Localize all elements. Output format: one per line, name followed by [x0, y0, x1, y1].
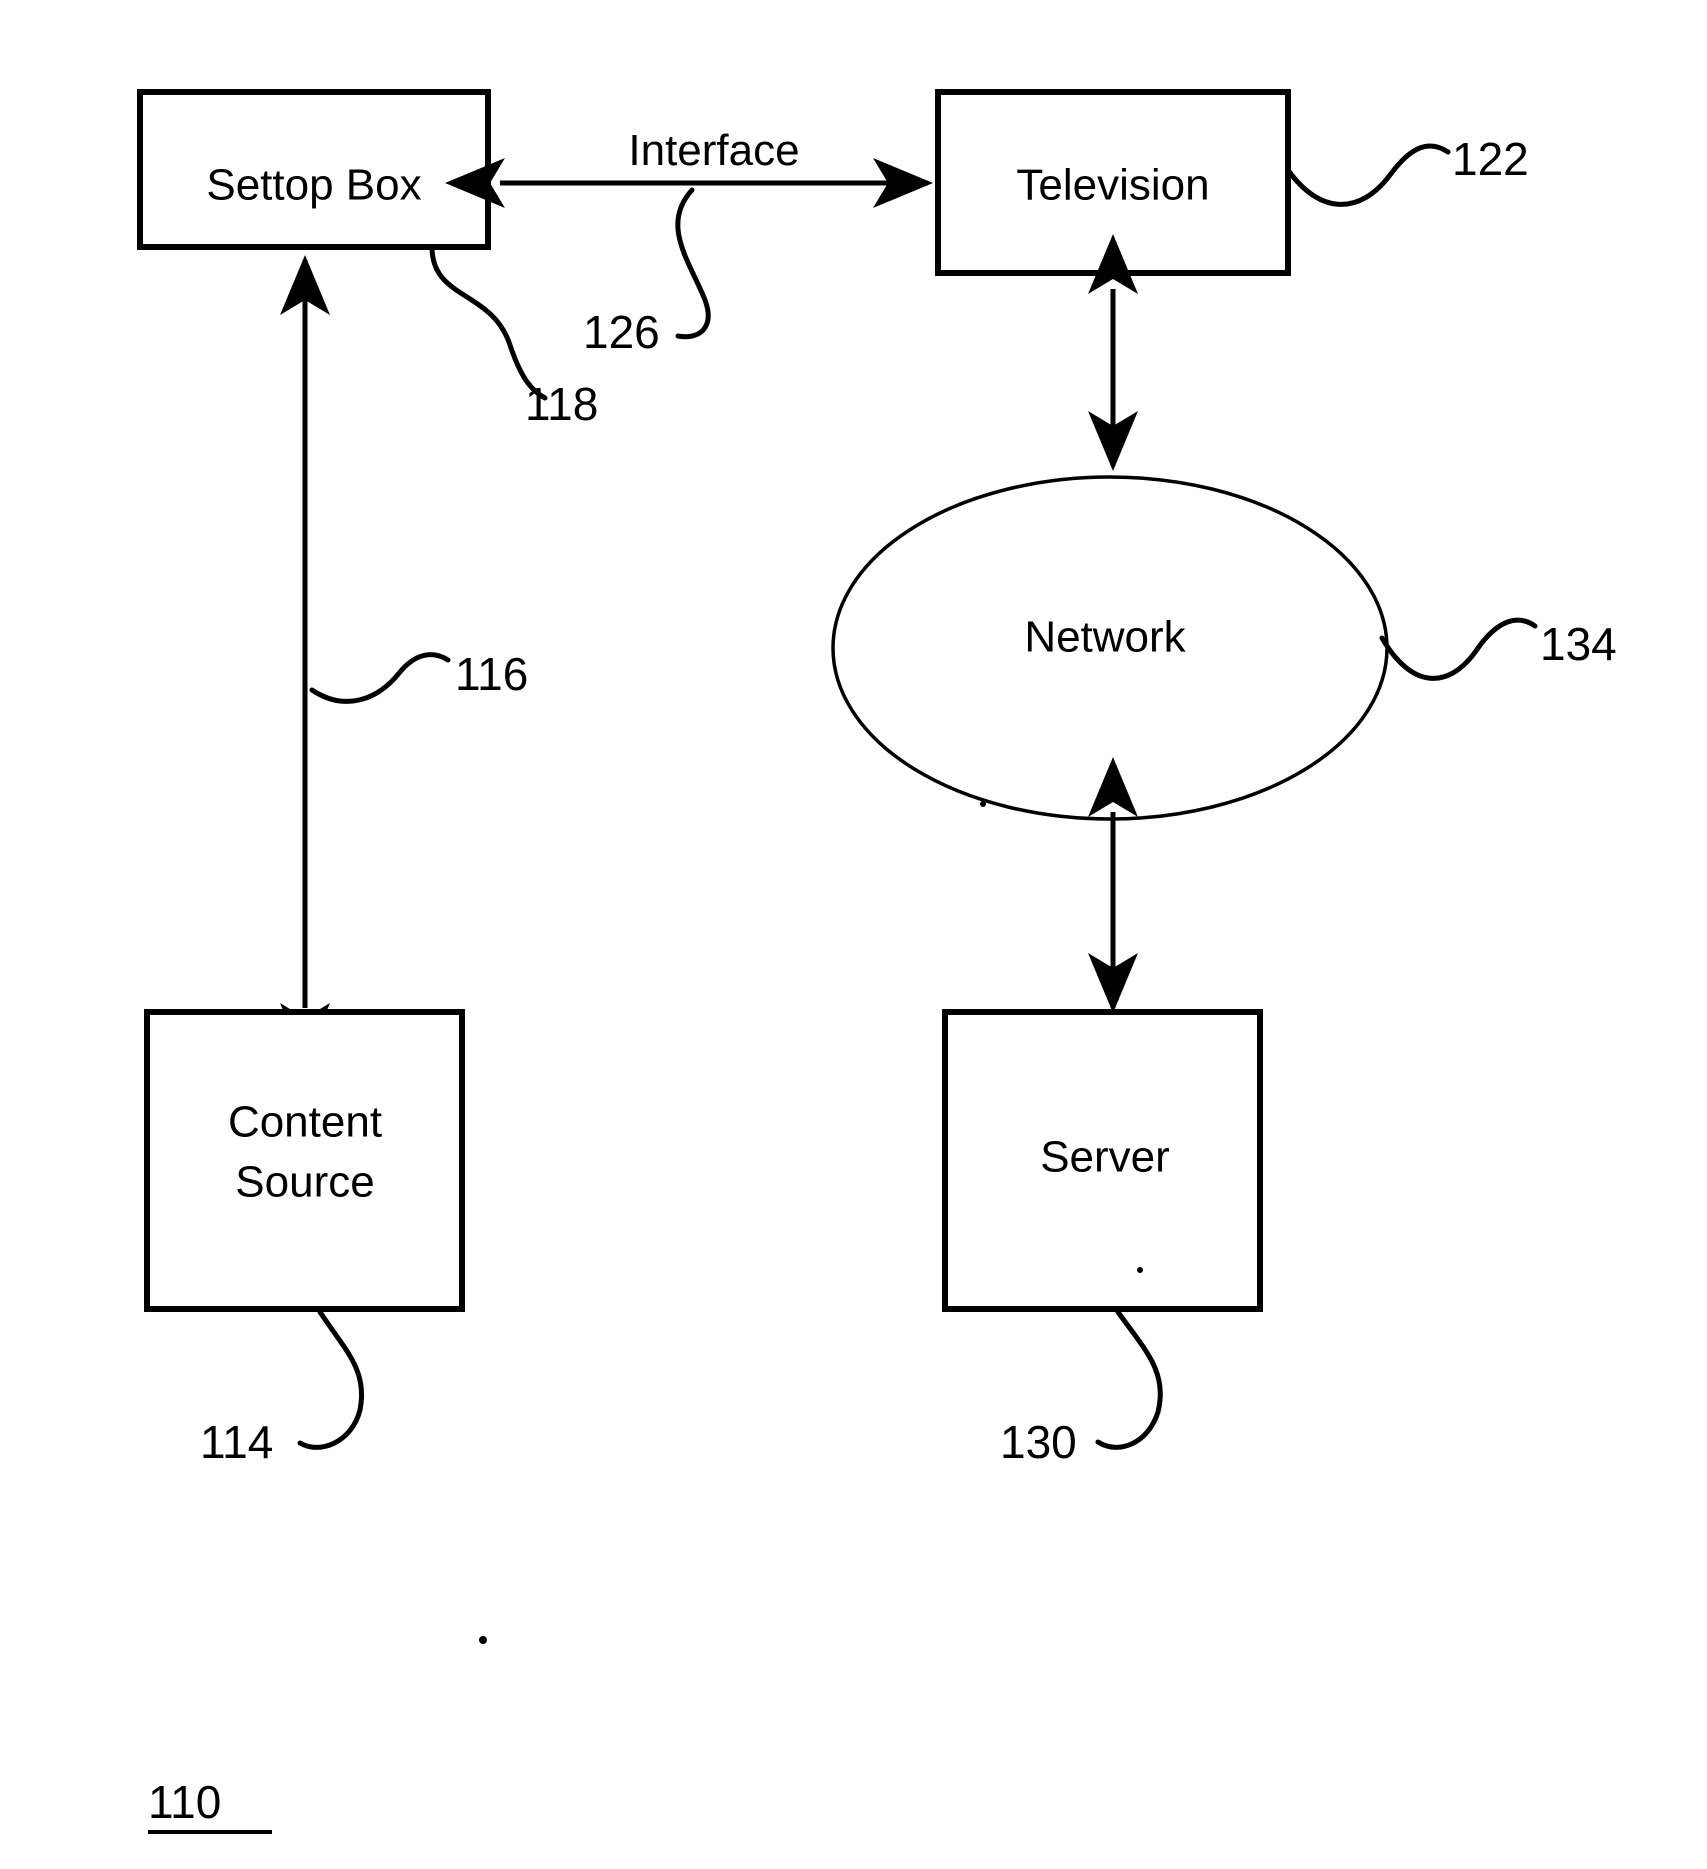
television-label: Television: [1016, 161, 1209, 210]
leader-line-116: [309, 652, 451, 704]
node-network[interactable]: Network: [831, 475, 1389, 821]
ref-numeral-114: 114: [200, 1416, 273, 1468]
node-content-source[interactable]: Content Source: [144, 1009, 465, 1312]
network-label: Network: [1024, 613, 1186, 662]
scan-speck-2: [1137, 1267, 1143, 1273]
leader-line-126: [675, 187, 711, 340]
ref-numeral-122: 122: [1452, 133, 1529, 185]
settop-box-label: Settop Box: [206, 161, 421, 210]
scan-speck-1: [980, 801, 986, 807]
leader-line-114: [297, 1309, 364, 1450]
patent-figure: Settop Box 118 Television 122 Interface …: [137, 89, 1617, 1834]
node-settop-box[interactable]: Settop Box: [137, 89, 491, 250]
content-source-label-line2: Source: [235, 1158, 374, 1207]
ref-numeral-118: 118: [525, 378, 598, 430]
edge-settop-television: Interface: [445, 126, 933, 208]
ref-numeral-134: 134: [1540, 618, 1617, 670]
interface-label: Interface: [628, 126, 799, 175]
leader-line-130: [1095, 1309, 1163, 1450]
leader-line-122: [1285, 143, 1451, 207]
leader-line-134: [1379, 617, 1538, 681]
ref-numeral-130: 130: [1000, 1416, 1077, 1468]
node-television[interactable]: Television: [935, 89, 1291, 276]
figure-number-group: 110: [148, 1776, 272, 1834]
node-server[interactable]: Server: [942, 1009, 1263, 1312]
content-source-label-line1: Content: [228, 1098, 382, 1147]
ref-numeral-126: 126: [583, 306, 660, 358]
scan-speck-3: [479, 1636, 487, 1644]
ref-numeral-116: 116: [455, 648, 528, 700]
leader-line-118: [429, 244, 548, 401]
server-label: Server: [1040, 1133, 1170, 1182]
figure-number: 110: [148, 1776, 221, 1828]
